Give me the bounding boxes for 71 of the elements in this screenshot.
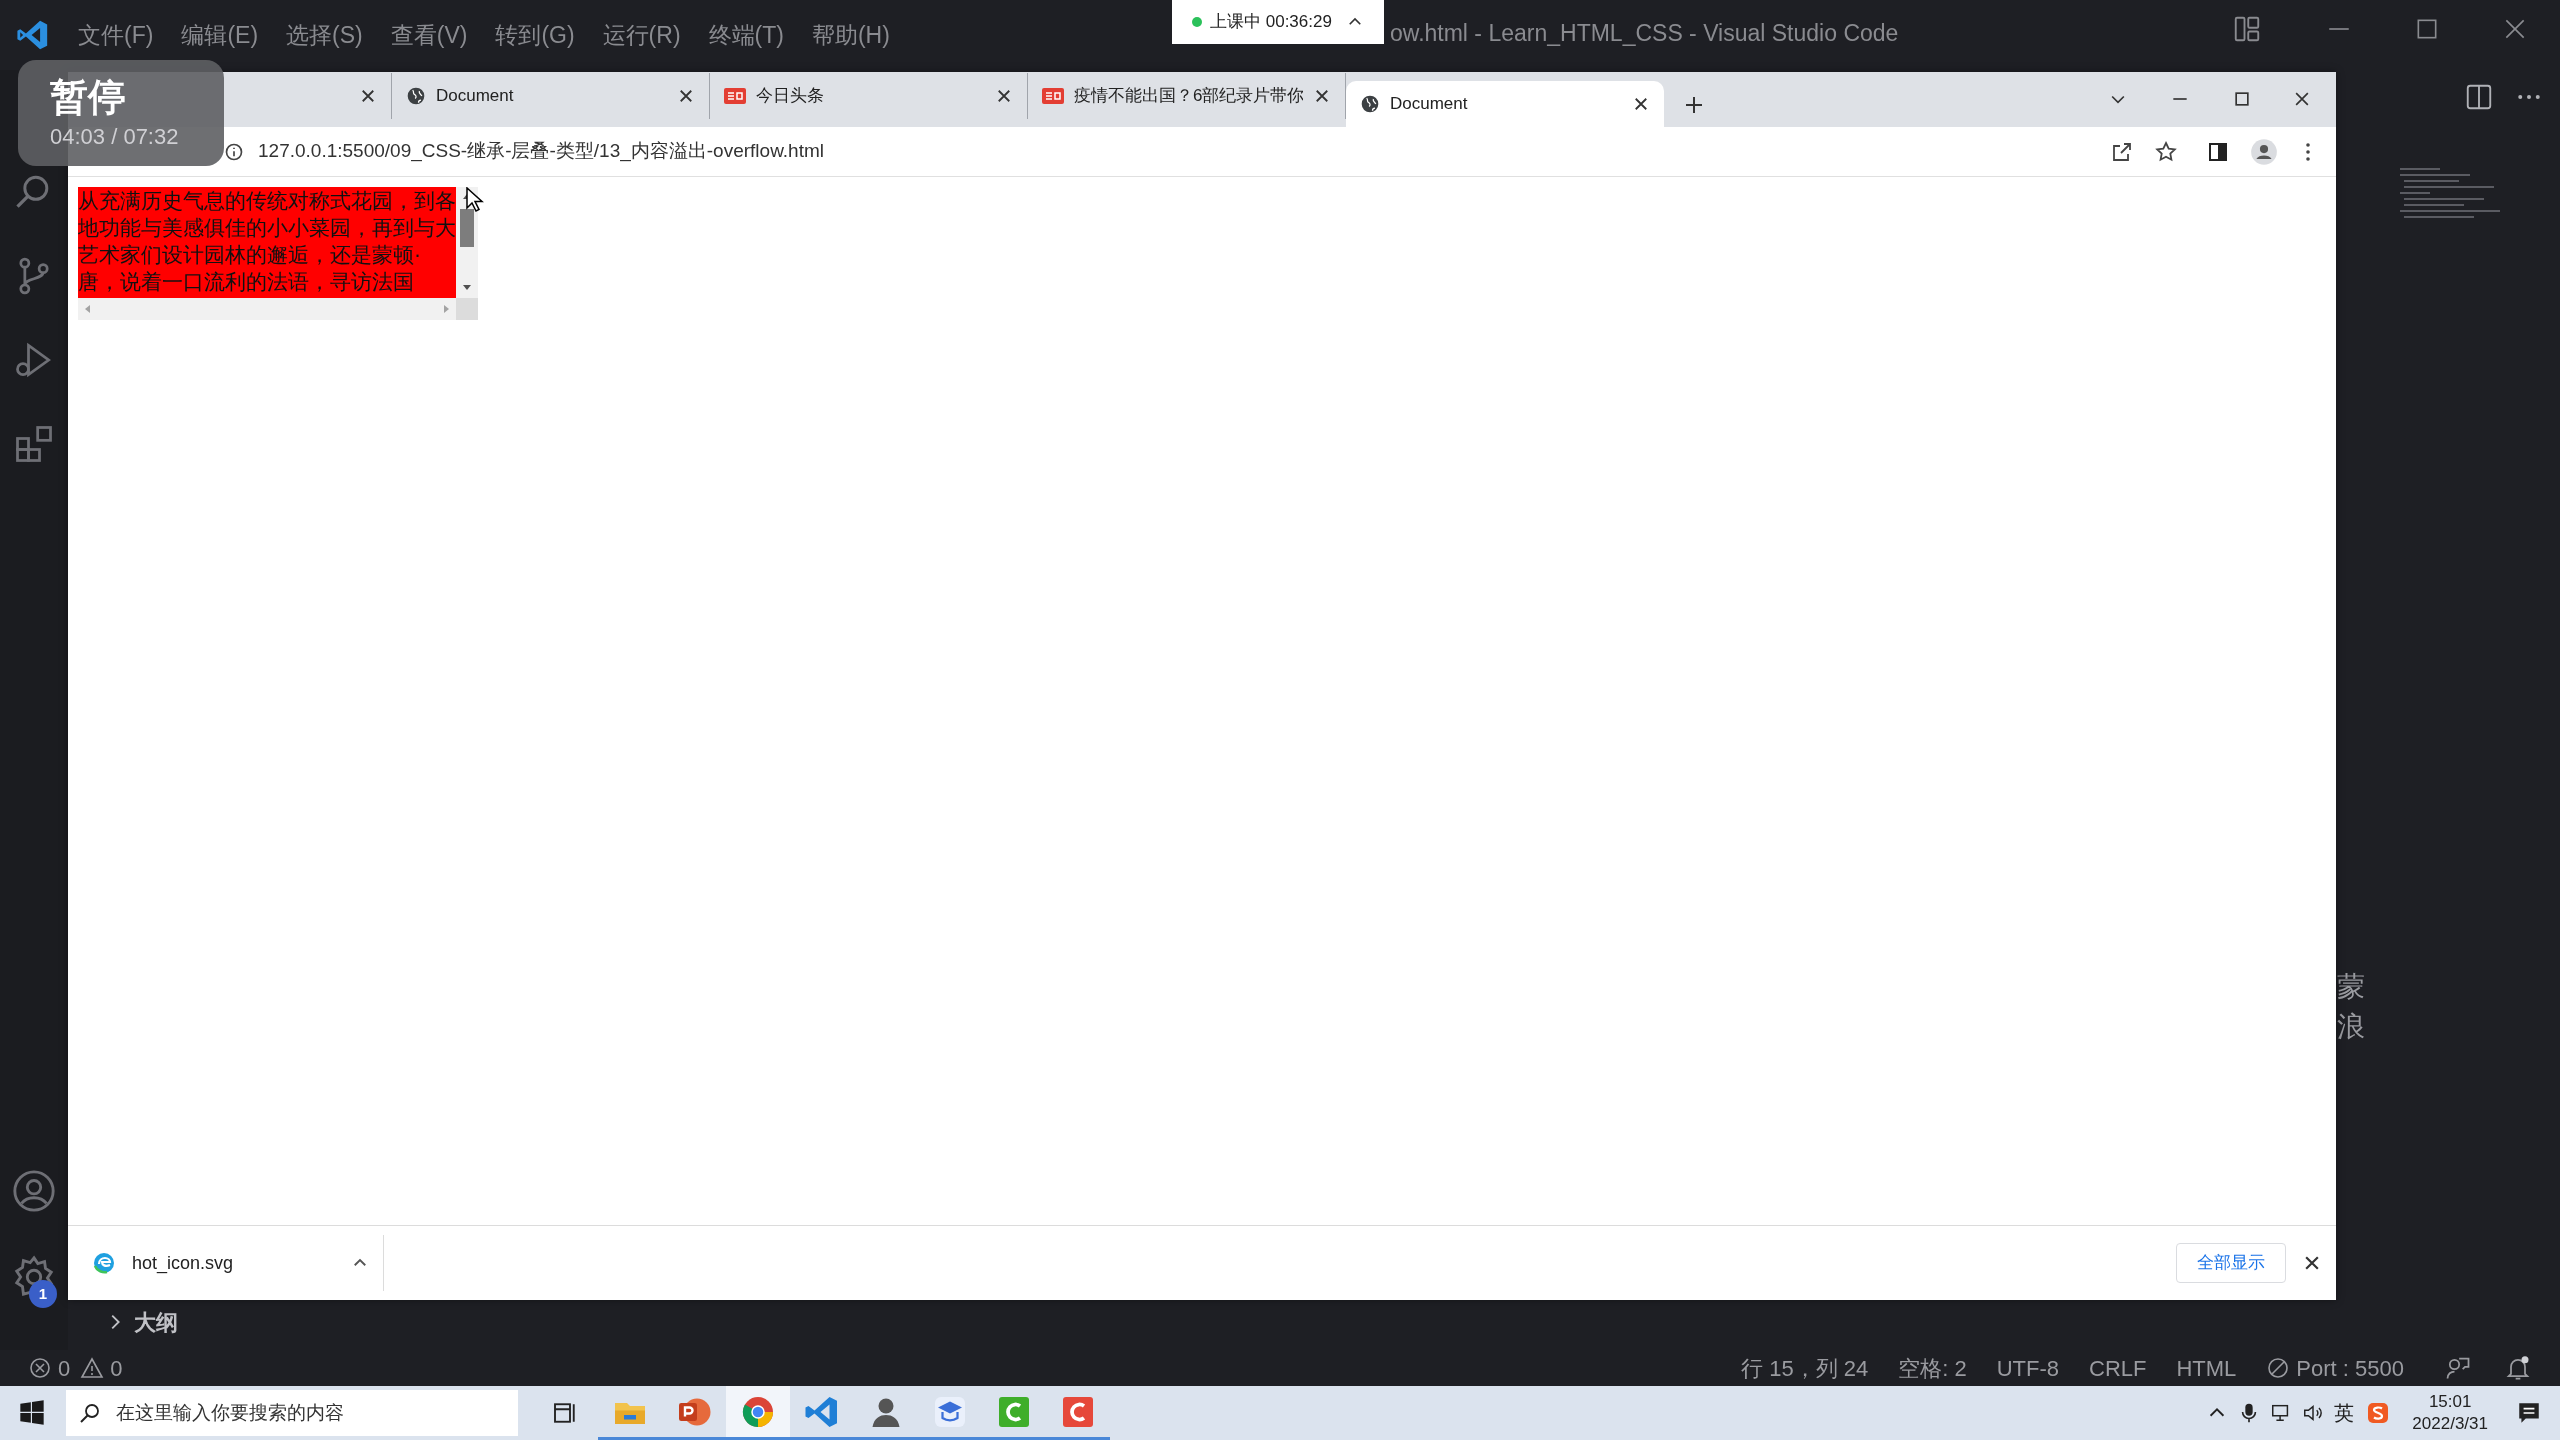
taskbar-search-field[interactable]: 在这里输入你要搜索的内容 <box>66 1390 518 1436</box>
layout-icon[interactable] <box>2232 14 2262 44</box>
pause-label: 暂停 <box>50 74 127 120</box>
browser-tab[interactable]: Document <box>392 73 710 119</box>
close-icon[interactable] <box>995 87 1013 105</box>
news-favicon-icon <box>1042 87 1064 105</box>
windows-start-icon[interactable] <box>18 1399 46 1427</box>
url-text[interactable]: 127.0.0.1:5500/09_CSS-继承-层叠-类型/13_内容溢出-overflow.html <box>258 137 824 166</box>
download-item[interactable]: hot_icon.svg <box>68 1235 384 1291</box>
notification-bell-icon[interactable] <box>2504 1354 2532 1382</box>
port-status-button[interactable]: Port : 5500 <box>2266 1351 2404 1385</box>
status-item[interactable]: 空格: 2 <box>1898 1351 1967 1385</box>
window-title: ow.html - Learn_HTML_CSS - Visual Studio Code <box>1390 19 1899 48</box>
action-center-icon[interactable] <box>2516 1400 2542 1426</box>
menu-item[interactable]: 编辑(E) <box>181 17 259 53</box>
scrollbar-corner <box>456 298 478 320</box>
class-timer-text: 上课中 00:36:29 <box>1210 11 1332 34</box>
outline-section-header[interactable]: 大纲 <box>134 1305 178 1339</box>
edge-browser-icon <box>92 1251 116 1275</box>
code-text: 浪 <box>2337 1010 2365 1044</box>
tab-title: Document <box>1390 93 1469 116</box>
status-item[interactable]: HTML <box>2176 1351 2237 1385</box>
input-method-indicator[interactable]: 英 <box>2334 1398 2355 1428</box>
tab-title: Document <box>436 85 515 108</box>
menu-item[interactable]: 运行(R) <box>602 17 681 53</box>
globe-icon <box>1360 94 1380 114</box>
status-item[interactable]: CRLF <box>2089 1351 2147 1385</box>
notification-badge: 1 <box>29 1280 57 1308</box>
menu-item[interactable]: 终端(T) <box>708 17 784 53</box>
taskbar-app-button[interactable] <box>726 1386 790 1440</box>
horizontal-scrollbar[interactable] <box>78 298 456 320</box>
paragraph-text: 从充满历史气息的传统对称式花园，到各地功能与美感俱佳的小小菜园，再到与大艺术家们设计园林的邂逅，还是蒙顿·唐，说着一口流利的法语，寻访法国 <box>78 188 456 295</box>
search-icon <box>78 1401 102 1425</box>
mouse-pointer-icon <box>466 187 484 213</box>
clock-time[interactable]: 15:01 <box>2428 1391 2472 1413</box>
clock-date[interactable]: 2022/3/31 <box>2412 1413 2488 1435</box>
vscode-logo-icon <box>16 18 50 52</box>
playback-time: 04:03 / 07:32 <box>50 122 180 151</box>
status-dot-icon <box>1192 17 1202 27</box>
volume-icon[interactable] <box>2302 1402 2325 1424</box>
tab-title: 今日头条 <box>756 85 825 108</box>
close-icon[interactable] <box>1632 95 1650 113</box>
browser-tab[interactable]: 今日头条 <box>710 73 1028 119</box>
error-count[interactable]: 0 <box>58 1351 71 1385</box>
split-editor-icon[interactable] <box>2464 82 2494 112</box>
globe-icon <box>406 86 426 106</box>
close-icon[interactable] <box>1313 87 1331 105</box>
close-icon[interactable] <box>677 87 695 105</box>
vertical-scrollbar[interactable] <box>456 187 478 298</box>
warning-count[interactable]: 0 <box>110 1351 123 1385</box>
error-icon[interactable] <box>28 1356 52 1380</box>
status-item[interactable]: UTF-8 <box>1996 1351 2059 1385</box>
prohibited-icon <box>2266 1356 2291 1380</box>
status-item[interactable]: 行 15，列 24 <box>1741 1351 1869 1385</box>
browser-tab[interactable]: Document <box>1346 81 1664 127</box>
menu-item[interactable]: 文件(F) <box>78 17 154 53</box>
info-icon[interactable] <box>224 141 244 162</box>
code-text: 蒙 <box>2337 970 2365 1004</box>
menu-item[interactable]: 转到(G) <box>495 17 575 53</box>
profile-icon[interactable] <box>2250 137 2278 166</box>
close-icon[interactable] <box>359 87 377 105</box>
account-icon[interactable] <box>11 1168 57 1214</box>
bookmark-star-icon[interactable] <box>2154 139 2178 164</box>
menu-item[interactable]: 查看(V) <box>390 17 468 53</box>
menu-item[interactable]: 选择(S) <box>286 17 363 53</box>
maximize-icon[interactable] <box>2232 89 2252 109</box>
warning-icon[interactable] <box>80 1356 105 1380</box>
news-favicon-icon <box>724 87 746 105</box>
s-logo-icon[interactable] <box>2366 1401 2391 1425</box>
show-all-button[interactable]: 全部显示 <box>2176 1243 2286 1283</box>
menu-item[interactable]: 帮助(H) <box>811 17 890 53</box>
